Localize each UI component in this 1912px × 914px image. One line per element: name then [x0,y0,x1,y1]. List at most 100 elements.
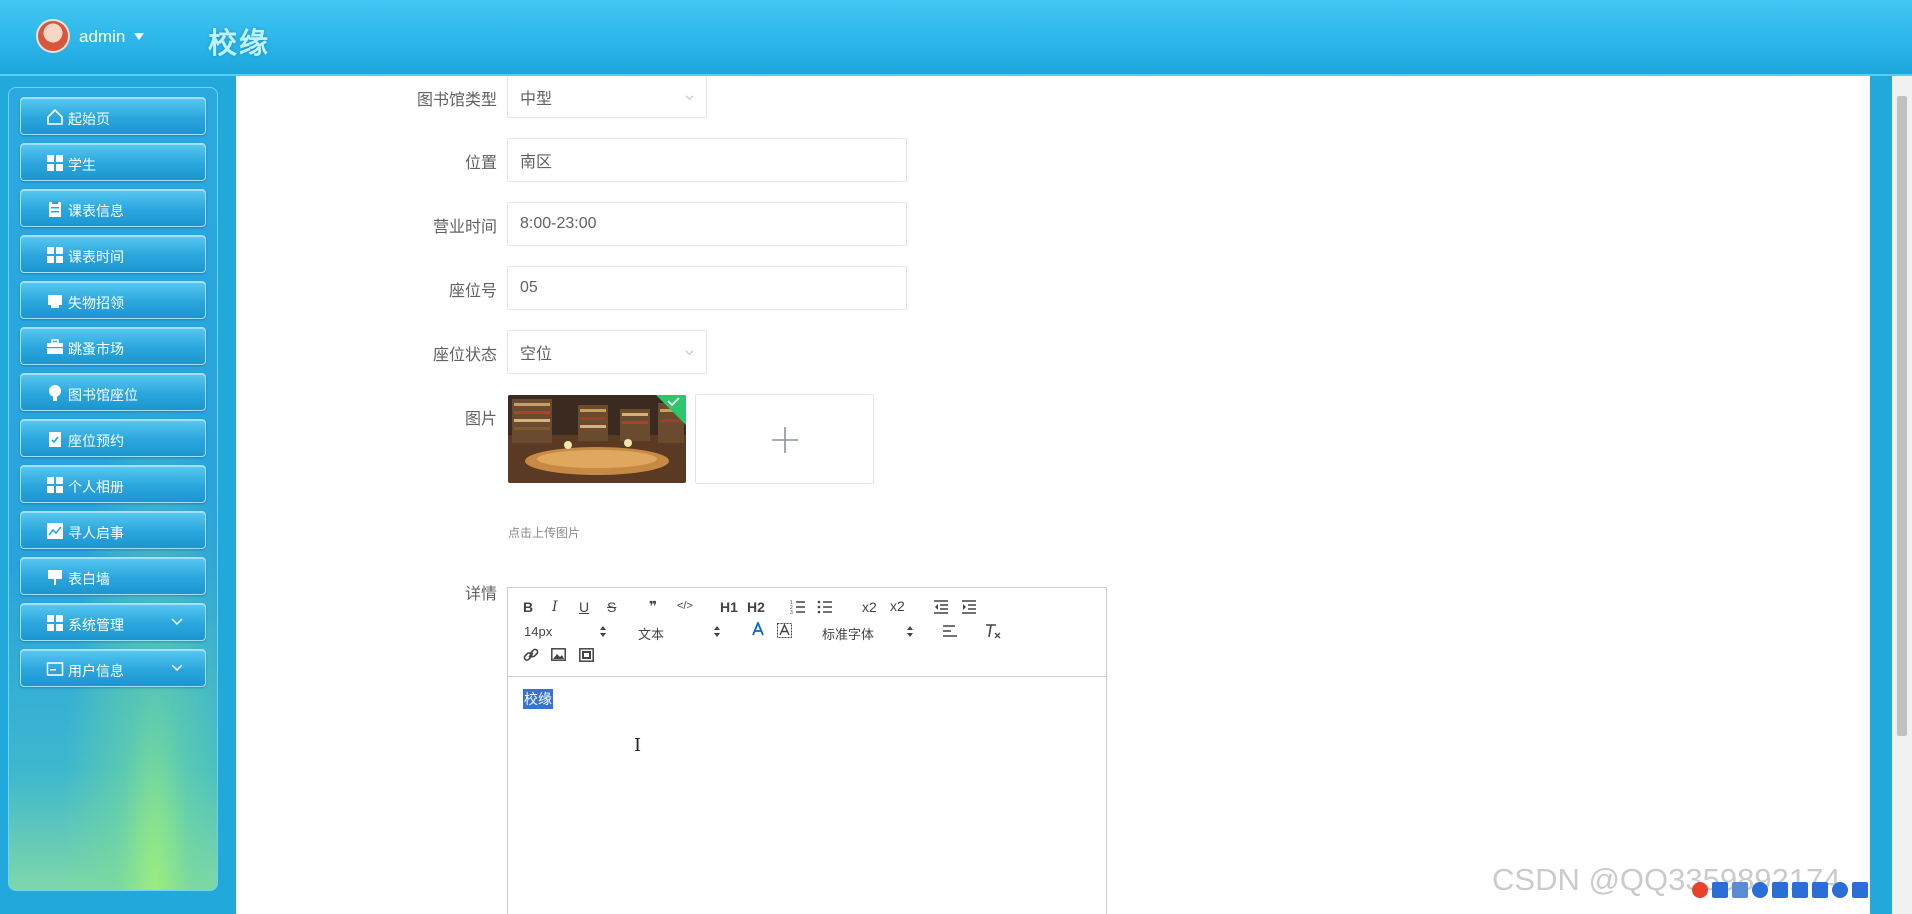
sidebar-item-label: 课表时间 [68,249,124,265]
sidebar-item-seat-booking[interactable]: 座位预约 [20,419,206,457]
font-color-icon[interactable] [751,622,765,638]
seat-status-select[interactable]: 空位 [507,330,707,374]
sidebar-item-label: 跳蚤市场 [68,341,124,357]
sidebar-item-students[interactable]: 学生 [20,143,206,181]
image-upload-button[interactable] [695,394,874,484]
link-icon[interactable] [523,647,539,663]
sidebar-item-label: 学生 [68,157,96,173]
clipboard-icon [49,201,61,217]
punctuation-icon [1732,882,1748,898]
editor-content-text[interactable]: 校缘 [523,689,553,709]
board-icon [48,570,62,585]
grid-menu-icon [1852,882,1868,898]
sidebar-item-library-seat[interactable]: 图书馆座位 [20,373,206,411]
sidebar-item-system-admin[interactable]: 系统管理 [20,603,206,641]
seat-number-input[interactable]: 05 [507,266,907,310]
h1-button[interactable]: H1 [720,599,738,615]
chevron-down-icon [685,350,694,356]
seat-number-value: 05 [520,279,538,296]
chevron-down-icon [685,94,694,100]
home-icon [47,108,63,125]
sidebar-item-confession-wall[interactable]: 表白墙 [20,557,206,595]
superscript-button[interactable]: x2 [890,598,905,614]
details-label: 详情 [464,586,497,603]
tools-icon [1792,882,1808,898]
sidebar-item-label: 个人相册 [68,479,124,495]
rich-text-editor[interactable]: B I U S ❞ </> H1 H2 123 x2 x2 14px 文本 标准… [507,587,1107,914]
bulb-icon [49,385,61,401]
briefcase-icon [47,339,63,354]
text-type-select[interactable]: 文本 [638,624,664,643]
page-scrollbar[interactable] [1892,76,1912,914]
font-family-select[interactable]: 标准字体 [822,624,874,643]
clipboard-check-icon [49,432,61,447]
sidebar-item-label: 系统管理 [68,617,124,633]
cloud-icon [1832,882,1848,898]
grid-icon [47,477,63,493]
ordered-list-icon[interactable]: 123 [790,599,806,615]
plus-icon [772,427,798,453]
sidebar-menu: 起始页 学生 课表信息 课表时间 失物招领 跳蚤市场 图书馆座位 座位预约 个人… [8,87,218,891]
sidebar-item-label: 表白墙 [68,571,110,587]
user-avatar[interactable] [36,19,70,53]
bold-button[interactable]: B [523,599,533,615]
location-input[interactable]: 南区 [507,138,907,182]
chevron-down-icon[interactable] [171,661,183,673]
grid-icon [47,155,63,171]
hours-value: 8:00-23:00 [520,215,597,232]
updown-icon [714,626,720,637]
image-icon[interactable] [551,648,566,661]
sidebar-item-missing-person[interactable]: 寻人启事 [20,511,206,549]
clear-format-icon[interactable] [985,623,1001,639]
skin-icon [1812,882,1828,898]
hours-input[interactable]: 8:00-23:00 [507,202,907,246]
indent-icon[interactable] [961,600,977,614]
h2-button[interactable]: H2 [747,599,765,615]
sidebar-item-schedule-time[interactable]: 课表时间 [20,235,206,273]
sidebar-item-schedule-info[interactable]: 课表信息 [20,189,206,227]
text-cursor-icon: I [634,735,642,756]
library-photo [508,395,686,483]
video-icon[interactable] [579,648,594,662]
strike-button[interactable]: S [607,599,616,615]
font-size-select[interactable]: 14px [524,624,552,639]
uploaded-image-thumbnail[interactable] [508,395,686,483]
editor-toolbar: B I U S ❞ </> H1 H2 123 x2 x2 14px 文本 标准… [508,588,1106,677]
sidebar-item-photo-album[interactable]: 个人相册 [20,465,206,503]
bullet-list-icon[interactable] [817,599,833,615]
seat-number-label: 座位号 [448,283,497,300]
keyboard-icon [1772,882,1788,898]
subscript-button[interactable]: x2 [862,599,877,615]
scrollbar-thumb[interactable] [1897,96,1907,736]
seat-status-value: 空位 [520,346,553,363]
wallet-icon [46,662,64,676]
brand-title: 校缘 [208,28,271,60]
sidebar-item-label: 图书馆座位 [68,387,138,403]
ime-toolbar [1692,882,1868,906]
chevron-down-icon[interactable] [171,615,183,627]
outdent-icon[interactable] [933,600,949,614]
sidebar-item-user-info[interactable]: 用户信息 [20,649,206,687]
inbox-icon [48,295,62,308]
italic-button[interactable]: I [552,599,558,615]
updown-icon [600,626,606,637]
underline-button[interactable]: U [579,599,589,615]
user-name[interactable]: admin [79,27,125,47]
grid-icon [47,247,63,263]
sidebar-item-flea-market[interactable]: 跳蚤市场 [20,327,206,365]
grid-icon [47,615,63,631]
location-value: 南区 [520,154,553,171]
sidebar-item-lost-found[interactable]: 失物招领 [20,281,206,319]
sidebar-item-label: 课表信息 [68,203,124,219]
sidebar-item-label: 起始页 [68,111,110,127]
background-color-icon[interactable] [777,623,792,638]
quote-button[interactable]: ❞ [649,598,657,615]
sidebar-item-start-page[interactable]: 起始页 [20,97,206,135]
sidebar-item-label: 用户信息 [68,663,124,679]
sidebar-item-label: 座位预约 [68,433,124,449]
align-icon[interactable] [942,625,958,637]
caret-down-icon[interactable] [134,33,144,40]
code-button[interactable]: </> [677,600,693,612]
library-type-select[interactable]: 中型 [507,76,707,118]
image-label: 图片 [464,411,497,428]
